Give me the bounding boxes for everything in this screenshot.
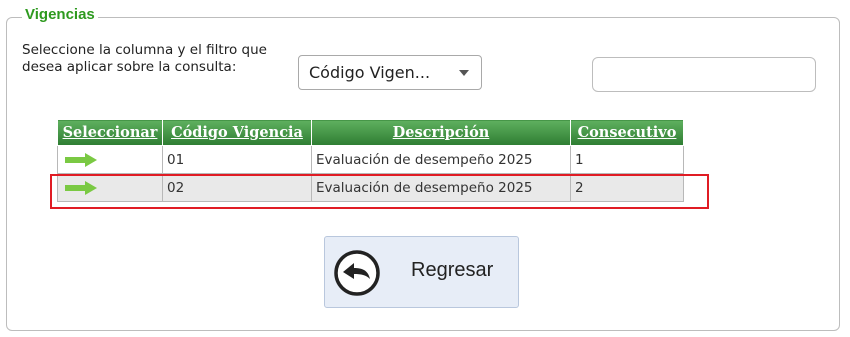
header-descripcion[interactable]: Descripción bbox=[311, 119, 571, 146]
consecutivo-cell: 1 bbox=[570, 145, 684, 174]
filter-instructions: Seleccione la columna y el filtro que de… bbox=[22, 42, 267, 75]
filter-search-input[interactable] bbox=[592, 57, 816, 92]
regresar-button[interactable]: Regresar bbox=[324, 236, 519, 308]
codigo-cell: 01 bbox=[162, 145, 312, 174]
header-consecutivo[interactable]: Consecutivo bbox=[570, 119, 684, 146]
select-cell bbox=[57, 145, 163, 174]
fieldset-legend: Vigencias bbox=[22, 6, 98, 23]
row-highlight-box bbox=[50, 174, 709, 209]
dropdown-caret-icon bbox=[459, 70, 469, 76]
regresar-label: Regresar bbox=[411, 259, 494, 281]
header-seleccionar[interactable]: Seleccionar bbox=[57, 119, 163, 146]
header-codigo-vigencia[interactable]: Código Vigencia bbox=[162, 119, 312, 146]
table-row: 01 Evaluación de desempeño 2025 1 bbox=[57, 145, 684, 174]
descripcion-cell: Evaluación de desempeño 2025 bbox=[311, 145, 571, 174]
table-header-row: Seleccionar Código Vigencia Descripción … bbox=[57, 119, 684, 146]
filter-column-select[interactable]: Código Vigen... bbox=[298, 55, 482, 90]
filter-column-selected-value: Código Vigen... bbox=[309, 63, 431, 82]
back-arrow-circle-icon bbox=[334, 250, 380, 296]
select-arrow-icon[interactable] bbox=[64, 152, 98, 167]
